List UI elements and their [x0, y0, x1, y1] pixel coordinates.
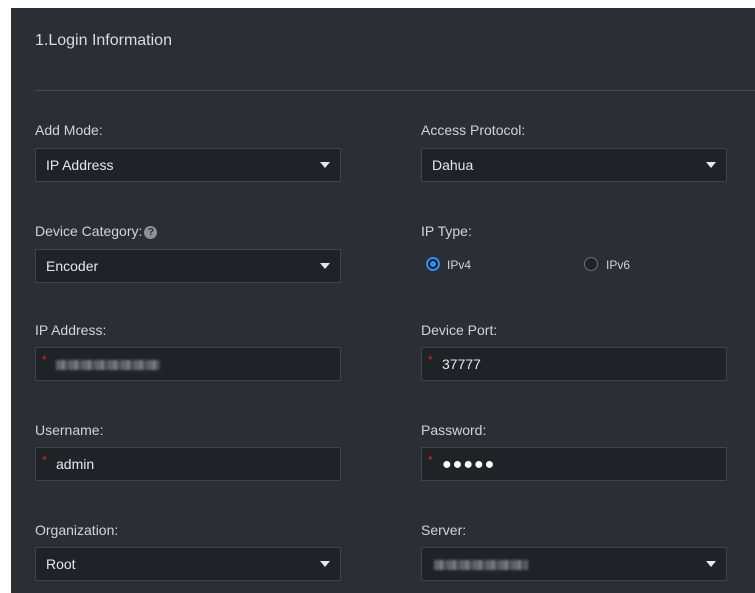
password-input[interactable]: * ●●●●●	[421, 447, 727, 481]
username-input[interactable]: * admin	[35, 447, 341, 481]
ipv4-label: IPv4	[447, 258, 472, 272]
password-masked-value: ●●●●●	[442, 456, 496, 473]
ipv6-label: IPv6	[606, 258, 631, 272]
ip-address-label: IP Address:	[35, 322, 107, 338]
chevron-down-icon	[706, 561, 716, 567]
organization-value: Root	[46, 556, 76, 572]
help-icon[interactable]: ?	[144, 226, 158, 239]
device-category-label: Device Category:	[35, 223, 143, 239]
device-port-input[interactable]: * 37777	[421, 347, 727, 381]
ipv4-radio[interactable]	[426, 257, 440, 271]
device-port-label: Device Port:	[421, 322, 498, 338]
username-value: admin	[56, 456, 95, 472]
redacted-server-value	[434, 560, 528, 570]
organization-select[interactable]: Root	[35, 547, 341, 581]
chevron-down-icon	[320, 561, 330, 567]
server-select[interactable]	[421, 547, 727, 581]
required-indicator: *	[42, 453, 47, 467]
device-port-value: 37777	[442, 356, 481, 372]
device-category-label-wrap: Device Category:?	[35, 223, 158, 239]
required-indicator: *	[428, 453, 433, 467]
add-mode-select[interactable]: IP Address	[35, 148, 341, 182]
required-indicator: *	[42, 353, 47, 367]
ipv6-radio[interactable]	[584, 257, 598, 271]
add-mode-value: IP Address	[46, 157, 114, 173]
ip-address-input[interactable]: *	[35, 347, 341, 381]
section-divider	[35, 90, 755, 91]
chevron-down-icon	[706, 162, 716, 168]
required-indicator: *	[428, 353, 433, 367]
add-mode-label: Add Mode:	[35, 122, 103, 138]
access-protocol-label: Access Protocol:	[421, 122, 526, 138]
password-label: Password:	[421, 422, 487, 438]
chevron-down-icon	[320, 263, 330, 269]
section-title: 1.Login Information	[35, 32, 172, 49]
access-protocol-value: Dahua	[432, 157, 474, 173]
server-label: Server:	[421, 522, 467, 538]
access-protocol-select[interactable]: Dahua	[421, 148, 727, 182]
device-category-value: Encoder	[46, 258, 99, 274]
username-label: Username:	[35, 422, 104, 438]
redacted-ip-address	[56, 360, 160, 370]
ip-type-label: IP Type:	[421, 223, 472, 239]
chevron-down-icon	[320, 162, 330, 168]
organization-label: Organization:	[35, 522, 119, 538]
login-information-panel: 1.Login Information Add Mode: IP Address…	[11, 8, 755, 593]
device-category-select[interactable]: Encoder	[35, 249, 341, 283]
